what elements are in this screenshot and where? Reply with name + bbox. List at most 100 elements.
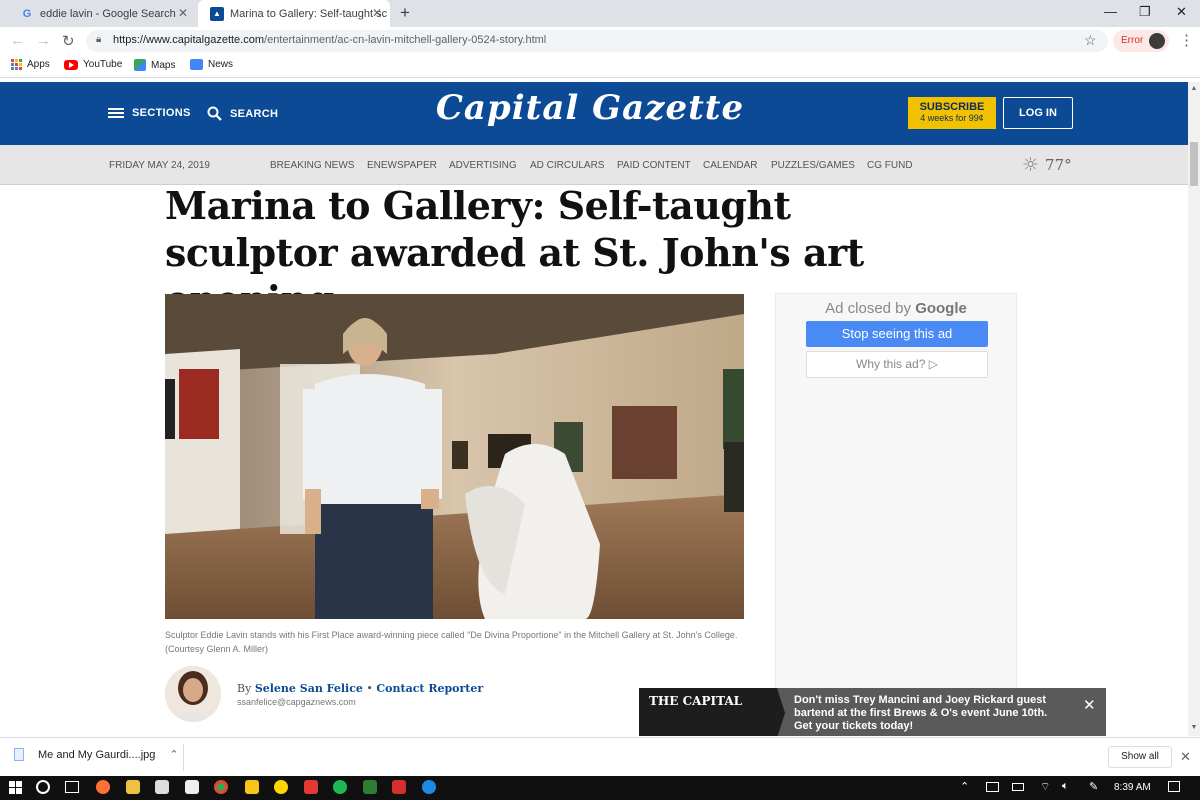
nav-calendar[interactable]: CALENDAR xyxy=(703,160,757,171)
menu-dots-icon[interactable]: ⋮ xyxy=(1179,31,1194,49)
windows-start-icon[interactable] xyxy=(9,781,22,794)
site-header: SECTIONS SEARCH Capital Gazette SUBSCRIB… xyxy=(0,82,1188,145)
file-explorer-icon[interactable] xyxy=(126,780,140,794)
network-tray-icon[interactable] xyxy=(986,782,999,792)
nav-puzzles-games[interactable]: PUZZLES/GAMES xyxy=(771,160,855,171)
nav-cg-fund[interactable]: CG FUND xyxy=(867,160,913,171)
nav-advertising[interactable]: ADVERTISING xyxy=(449,160,517,171)
app-icon[interactable] xyxy=(392,780,406,794)
divider xyxy=(183,744,184,771)
nav-breaking-news[interactable]: BREAKING NEWS xyxy=(270,160,354,171)
bookmark-youtube[interactable]: YouTube xyxy=(64,59,122,70)
weather-widget[interactable]: ☼ 77° xyxy=(1022,154,1072,176)
bookmark-star-icon[interactable]: ☆ xyxy=(1084,32,1097,49)
nav-ad-circulars[interactable]: AD CIRCULARS xyxy=(530,160,604,171)
why-this-ad-button[interactable]: Why this ad? ▷ xyxy=(806,351,988,378)
site-logo[interactable]: Capital Gazette xyxy=(380,88,800,128)
nav-enewspaper[interactable]: ENEWSPAPER xyxy=(367,160,437,171)
author-avatar[interactable] xyxy=(165,666,221,722)
sections-label: SECTIONS xyxy=(132,107,191,119)
close-window-button[interactable]: ✕ xyxy=(1176,4,1187,20)
tab-google-search[interactable]: G eddie lavin - Google Search ✕ xyxy=(8,0,196,27)
forward-icon[interactable]: → xyxy=(36,32,51,49)
bookmark-label: Apps xyxy=(27,59,50,70)
action-center-icon[interactable] xyxy=(1168,781,1180,792)
app-icon[interactable] xyxy=(363,780,377,794)
bookmark-apps[interactable]: Apps xyxy=(11,59,50,70)
article-photo[interactable] xyxy=(165,294,744,619)
address-bar[interactable]: 🔒︎ https://www.capitalgazette.com/entert… xyxy=(86,30,1108,52)
sticky-notes-icon[interactable] xyxy=(245,780,259,794)
sections-button[interactable]: SECTIONS xyxy=(108,106,191,120)
promo-banner[interactable]: THE CAPITAL Don't miss Trey Mancini and … xyxy=(639,688,1106,736)
temperature: 77° xyxy=(1045,156,1072,174)
tab-title: Marina to Gallery: Self-taught sc xyxy=(230,7,388,20)
show-all-downloads-button[interactable]: Show all xyxy=(1108,746,1172,768)
author-name-link[interactable]: Selene San Felice xyxy=(255,682,363,695)
bookmark-label: News xyxy=(208,59,234,70)
task-view-icon[interactable] xyxy=(65,781,79,793)
downloads-bar: Me and My Gaurdi....jpg ⌃ Show all ✕ xyxy=(0,737,1200,776)
bookmark-maps[interactable]: Maps xyxy=(134,59,175,71)
mail-icon[interactable] xyxy=(185,780,199,794)
author-email[interactable]: ssanfelice@capgaznews.com xyxy=(237,697,356,707)
tab-title: eddie lavin - Google Search xyxy=(40,7,176,20)
tab-capital-gazette[interactable]: ▲ Marina to Gallery: Self-taught sc ✕ xyxy=(198,0,390,27)
back-icon[interactable]: ← xyxy=(10,32,25,49)
download-filename: Me and My Gaurdi....jpg xyxy=(38,748,156,761)
minimize-button[interactable]: — xyxy=(1104,4,1117,19)
new-tab-button[interactable]: + xyxy=(400,3,410,23)
wifi-icon[interactable]: ⌔ xyxy=(1040,780,1050,794)
promo-brand: THE CAPITAL xyxy=(639,688,777,736)
ad-container: Ad closed by Google Stop seeing this ad … xyxy=(775,293,1017,736)
spotify-icon[interactable] xyxy=(333,780,347,794)
download-item[interactable]: Me and My Gaurdi....jpg ⌃ xyxy=(14,748,179,761)
login-button[interactable]: LOG IN xyxy=(1003,97,1073,129)
subscribe-offer: 4 weeks for 99¢ xyxy=(920,113,984,123)
subscribe-button[interactable]: SUBSCRIBE 4 weeks for 99¢ xyxy=(908,97,996,129)
scroll-up-icon[interactable]: ▲ xyxy=(1188,85,1200,92)
close-icon[interactable]: ✕ xyxy=(1083,696,1096,714)
photo-caption: Sculptor Eddie Lavin stands with his Fir… xyxy=(165,630,738,654)
bookmark-label: Maps xyxy=(151,59,176,71)
restore-button[interactable]: ❐ xyxy=(1139,4,1151,20)
browser-tab-strip: G eddie lavin - Google Search ✕ ▲ Marina… xyxy=(0,0,1200,27)
taskbar-clock[interactable]: 8:39 AM xyxy=(1114,782,1151,793)
bookmarks-bar: Apps YouTube Maps News xyxy=(0,56,1200,78)
search-button[interactable]: SEARCH xyxy=(207,106,278,121)
avatar xyxy=(1149,33,1165,49)
profile-status: Error xyxy=(1121,35,1144,46)
chevron-up-icon[interactable]: ⌃ xyxy=(960,780,969,793)
scrollbar-thumb[interactable] xyxy=(1190,142,1198,186)
profile-error-button[interactable]: Error xyxy=(1113,30,1169,52)
chevron-up-icon[interactable]: ⌃ xyxy=(169,748,178,761)
close-tab-icon[interactable]: ✕ xyxy=(372,6,382,20)
close-tab-icon[interactable]: ✕ xyxy=(178,6,188,20)
stop-seeing-ad-button[interactable]: Stop seeing this ad xyxy=(806,321,988,347)
bookmark-news[interactable]: News xyxy=(190,59,233,70)
close-icon[interactable]: ✕ xyxy=(1180,749,1191,765)
promo-text: Don't miss Trey Mancini and Joey Rickard… xyxy=(794,694,1048,732)
volume-icon[interactable]: 🔈︎ xyxy=(1062,780,1069,793)
news-icon xyxy=(190,59,203,70)
web-page: SECTIONS SEARCH Capital Gazette SUBSCRIB… xyxy=(0,82,1188,736)
app-icon[interactable] xyxy=(304,780,318,794)
pen-icon[interactable]: ✎ xyxy=(1089,780,1098,793)
reload-icon[interactable]: ↻ xyxy=(62,32,75,50)
battery-icon[interactable] xyxy=(1012,783,1024,791)
chrome-icon[interactable] xyxy=(214,780,228,794)
app-icon[interactable] xyxy=(274,780,288,794)
nav-paid-content[interactable]: PAID CONTENT xyxy=(617,160,691,171)
maps-icon xyxy=(134,59,146,71)
search-icon xyxy=(207,106,222,121)
contact-reporter-link[interactable]: Contact Reporter xyxy=(376,682,483,695)
firefox-icon[interactable] xyxy=(96,780,110,794)
page-scrollbar[interactable]: ▲ ▼ xyxy=(1188,82,1200,736)
cortana-icon[interactable] xyxy=(36,780,50,794)
edge-icon[interactable] xyxy=(422,780,436,794)
capital-gazette-icon: ▲ xyxy=(210,6,224,21)
apps-grid-icon xyxy=(11,59,22,70)
byline-prefix: By xyxy=(237,682,252,695)
store-icon[interactable] xyxy=(155,780,169,794)
scroll-down-icon[interactable]: ▼ xyxy=(1188,724,1200,731)
